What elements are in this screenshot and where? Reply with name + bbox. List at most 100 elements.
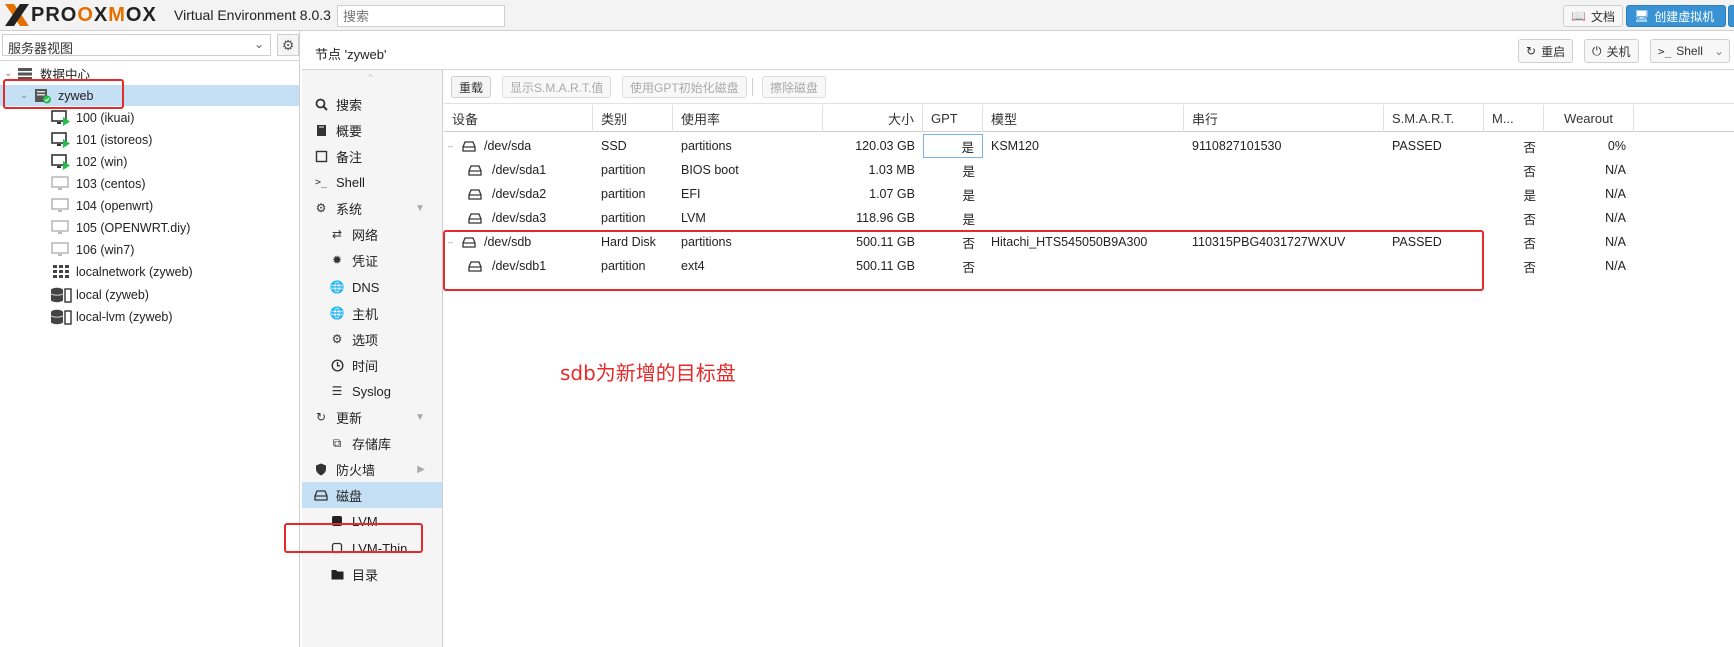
- tree-item-network[interactable]: localnetwork (zyweb): [0, 261, 299, 282]
- nav-item-syslog[interactable]: ☰ Syslog: [302, 378, 442, 404]
- nav-item-lvm[interactable]: LVM: [302, 508, 442, 534]
- column-header-smart[interactable]: S.M.A.R.T.: [1384, 105, 1484, 132]
- nav-item-summary[interactable]: 概要: [302, 117, 442, 143]
- cell-wearout: N/A: [1605, 235, 1626, 249]
- proxmox-logo[interactable]: PROOXMOX: [4, 3, 157, 27]
- globe-icon: 🌐: [329, 306, 345, 320]
- collapse-icon: ▼: [415, 202, 425, 214]
- brand-wordmark: PROOXMOX: [31, 3, 157, 26]
- nav-item-repositories[interactable]: ⧉ 存储库: [302, 430, 442, 456]
- nav-item-updates[interactable]: ↻ 更新 ▼: [302, 404, 442, 430]
- tree-item-storage[interactable]: local-lvm (zyweb): [0, 306, 299, 327]
- cell-model: KSM120: [991, 139, 1039, 153]
- chevron-down-icon: ⌄: [1713, 44, 1724, 58]
- create-ct-button[interactable]: [1728, 5, 1734, 27]
- table-row[interactable]: /dev/sda1 partition BIOS boot 1.03 MB 是 …: [444, 158, 1734, 182]
- table-row[interactable]: /dev/sdb1 partition ext4 500.11 GB 否 否 N…: [444, 254, 1734, 278]
- nav-item-hosts[interactable]: 🌐 主机: [302, 300, 442, 326]
- tree-settings-gear-icon[interactable]: ⚙: [277, 34, 299, 56]
- docs-button[interactable]: 📖 文档: [1563, 5, 1623, 27]
- cell-size: 500.11 GB: [856, 259, 915, 273]
- network-icon: [50, 264, 72, 280]
- terminal-icon: >_: [1658, 44, 1672, 58]
- nav-item-network[interactable]: ⇄ 网络: [302, 221, 442, 247]
- wipe-disk-button[interactable]: 擦除磁盘: [762, 76, 827, 98]
- init-gpt-button[interactable]: 使用GPT初始化磁盘: [622, 76, 747, 98]
- collapse-icon[interactable]: –: [448, 141, 458, 151]
- cell-serial: [1184, 182, 1384, 206]
- tree-item-vm[interactable]: 101 (istoreos): [0, 129, 299, 150]
- column-header-type[interactable]: 类别: [593, 105, 673, 132]
- scroll-up-icon[interactable]: ⌃: [366, 72, 375, 85]
- nav-item-search[interactable]: 搜索: [302, 91, 442, 117]
- cell-smart: [1384, 182, 1484, 206]
- search-icon: [313, 96, 329, 112]
- column-header-gpt[interactable]: GPT: [923, 105, 983, 132]
- column-header-serial[interactable]: 串行: [1184, 105, 1384, 132]
- column-header-usage[interactable]: 使用率: [673, 105, 823, 132]
- restart-button[interactable]: ↻ 重启: [1518, 39, 1574, 63]
- shell-button[interactable]: >_ Shell ⌄: [1650, 39, 1730, 63]
- column-header-size[interactable]: 大小: [823, 105, 923, 132]
- nav-item-lvm-thin[interactable]: LVM-Thin: [302, 535, 442, 561]
- tree-item-node-zyweb[interactable]: ⌄ zyweb: [0, 85, 299, 106]
- nav-item-directory[interactable]: 目录: [302, 561, 442, 587]
- book-icon: [313, 122, 329, 138]
- tree-item-vm[interactable]: 104 (openwrt): [0, 195, 299, 216]
- cell-type: partition: [601, 211, 646, 225]
- nav-item-notes[interactable]: 备注: [302, 143, 442, 169]
- cell-model: [983, 182, 1184, 206]
- copy-icon: ⧉: [332, 435, 342, 450]
- nav-item-options[interactable]: ⚙ 选项: [302, 326, 442, 352]
- cell-wearout: 0%: [1607, 139, 1626, 153]
- top-bar: PROOXMOX Virtual Environment 8.0.3 📖 文档 …: [0, 0, 1734, 31]
- view-selector[interactable]: 服务器视图 ⌄: [2, 34, 271, 56]
- tree-item-datacenter[interactable]: ⌄ 数据中心: [0, 63, 299, 84]
- divider: [0, 60, 300, 61]
- tree-item-vm[interactable]: 102 (win): [0, 151, 299, 172]
- book-icon: 📖: [1571, 9, 1586, 23]
- nav-item-certificates[interactable]: ✹ 凭证: [302, 247, 442, 273]
- column-header-device[interactable]: 设备: [444, 105, 593, 132]
- show-smart-button[interactable]: 显示S.M.A.R.T.值: [502, 76, 612, 98]
- table-row[interactable]: /dev/sda2 partition EFI 1.07 GB 是 是 N/A: [444, 182, 1734, 206]
- table-row[interactable]: – /dev/sda SSD partitions 120.03 GB 是 KS…: [444, 134, 1734, 158]
- shutdown-button[interactable]: ⏻ 关机: [1584, 39, 1639, 63]
- column-header-model[interactable]: 模型: [983, 105, 1184, 132]
- tree-item-vm[interactable]: 103 (centos): [0, 173, 299, 194]
- column-header-mounted[interactable]: M...: [1484, 105, 1544, 132]
- cell-mounted: 否: [1523, 260, 1536, 275]
- cell-gpt-focused[interactable]: 是: [923, 134, 983, 158]
- vm-stopped-icon: [50, 197, 72, 214]
- cell-type: Hard Disk: [601, 235, 656, 249]
- tree-item-vm[interactable]: 100 (ikuai): [0, 107, 299, 128]
- resource-tree-panel: 服务器视图 ⌄ ⚙ ⌄ 数据中心 ⌄ zyweb 100 (ikuai) 101…: [0, 31, 300, 647]
- annotation-text: sdb为新增的目标盘: [560, 361, 736, 385]
- nav-item-firewall[interactable]: 防火墙 ▶: [302, 456, 442, 482]
- clock-icon: [329, 357, 345, 373]
- nav-item-disks[interactable]: 磁盘: [302, 482, 442, 508]
- disks-toolbar: 重载 显示S.M.A.R.T.值 使用GPT初始化磁盘 擦除磁盘: [444, 70, 1734, 104]
- tree-item-vm[interactable]: 106 (win7): [0, 239, 299, 260]
- create-vm-button[interactable]: 🖥 创建虚拟机: [1626, 5, 1726, 27]
- nav-item-time[interactable]: 时间: [302, 352, 442, 378]
- collapse-icon[interactable]: –: [448, 237, 458, 247]
- cell-serial: [1184, 158, 1384, 182]
- table-row[interactable]: /dev/sda3 partition LVM 118.96 GB 是 否 N/…: [444, 206, 1734, 230]
- tree-item-storage[interactable]: local (zyweb): [0, 284, 299, 305]
- node-navigation: ⌃ 搜索 概要 备注 >_ Shell ⚙ 系统 ▼ ⇄ 网络 ✹ 凭证 🌐 D…: [284, 70, 443, 647]
- column-header-wearout[interactable]: Wearout: [1544, 105, 1634, 132]
- vm-running-icon: [50, 153, 72, 170]
- cell-smart: [1384, 254, 1484, 278]
- cell-mounted: 是: [1523, 188, 1536, 203]
- nav-item-shell[interactable]: >_ Shell: [302, 169, 442, 195]
- reload-button[interactable]: 重载: [451, 76, 492, 98]
- nav-item-system[interactable]: ⚙ 系统 ▼: [302, 195, 442, 221]
- tree-item-vm[interactable]: 105 (OPENWRT.diy): [0, 217, 299, 238]
- nav-item-dns[interactable]: 🌐 DNS: [302, 274, 442, 300]
- disks-grid-header: 设备 类别 使用率 大小 GPT 模型 串行 S.M.A.R.T. M... W…: [444, 105, 1734, 132]
- gear-icon: ⚙: [331, 332, 343, 346]
- network-icon: ⇄: [331, 227, 343, 241]
- table-row[interactable]: – /dev/sdb Hard Disk partitions 500.11 G…: [444, 230, 1734, 254]
- search-input[interactable]: [337, 5, 505, 27]
